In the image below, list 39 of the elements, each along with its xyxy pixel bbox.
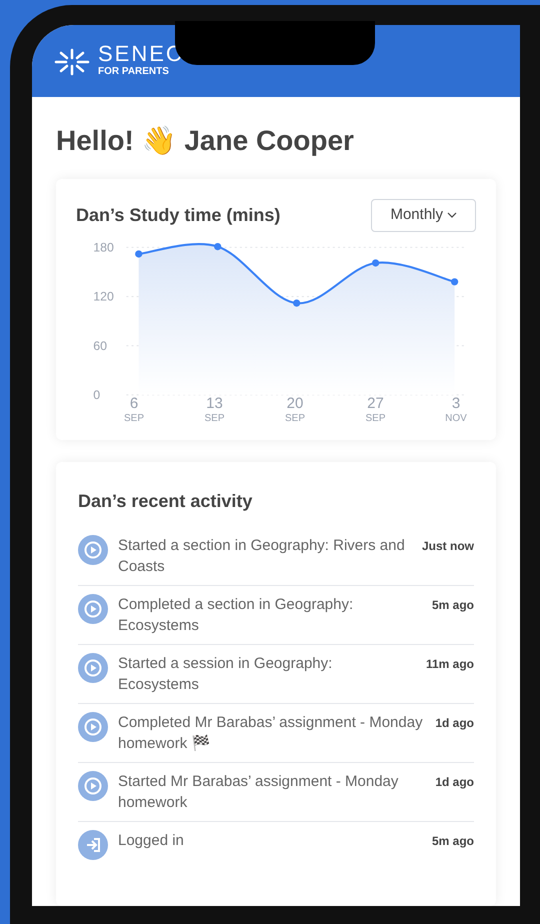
activity-text: Started Mr Barabas’ assignment - Monday homework [118, 772, 400, 812]
chevron-down-icon [447, 212, 457, 218]
activity-time: 1d ago [435, 714, 474, 732]
activity-time: 5m ago [432, 596, 474, 614]
data-point [214, 242, 222, 250]
activity-text: Started a section in Geography: Rivers and Coasts [118, 536, 406, 576]
activity-text: Started a session in Geography: Ecosystems [118, 654, 334, 694]
greeting-heading: Hello! 👋 Jane Cooper [56, 127, 355, 155]
play-circle-icon [78, 770, 108, 800]
x-axis-label: 3 NOV [444, 396, 468, 426]
play-circle-icon [78, 652, 108, 682]
activity-time: Just now [422, 538, 474, 554]
play-circle-icon [78, 594, 108, 624]
y-axis-label: 180 [93, 240, 114, 254]
play-circle-icon [78, 534, 108, 564]
y-axis-label: 120 [93, 289, 114, 304]
data-point [450, 278, 458, 285]
x-axis-label: 6 SEP [122, 396, 145, 426]
card-title: Dan’s recent activity [78, 490, 254, 513]
logo-subtitle: FOR PARENTS [98, 67, 170, 77]
activity-text: Completed Mr Barabas’ assignment - Monday homework 🏁 [118, 712, 424, 754]
x-axis-label: 13 SEP [203, 396, 226, 426]
data-point [372, 258, 380, 266]
logo-text: SENEC [98, 43, 184, 65]
activity-time: 5m ago [432, 832, 474, 850]
x-axis-label: 27 SEP [364, 396, 386, 426]
activity-time: 11m ago [426, 656, 474, 672]
period-dropdown[interactable]: Monthly [371, 199, 476, 232]
card-title: Dan’s Study time (mins) [76, 204, 280, 227]
logo-icon [54, 47, 90, 77]
data-point [135, 250, 142, 258]
activity-text: Completed a section in Geography: Ecosystems [118, 594, 354, 636]
activity-time: 1d ago [435, 774, 474, 790]
play-circle-icon [78, 712, 108, 742]
y-axis-label: 60 [93, 338, 108, 352]
activity-text: Logged in [118, 830, 185, 850]
y-axis-label: 0 [93, 387, 100, 400]
data-point [293, 299, 300, 306]
x-axis-label: 20 SEP [284, 396, 306, 426]
